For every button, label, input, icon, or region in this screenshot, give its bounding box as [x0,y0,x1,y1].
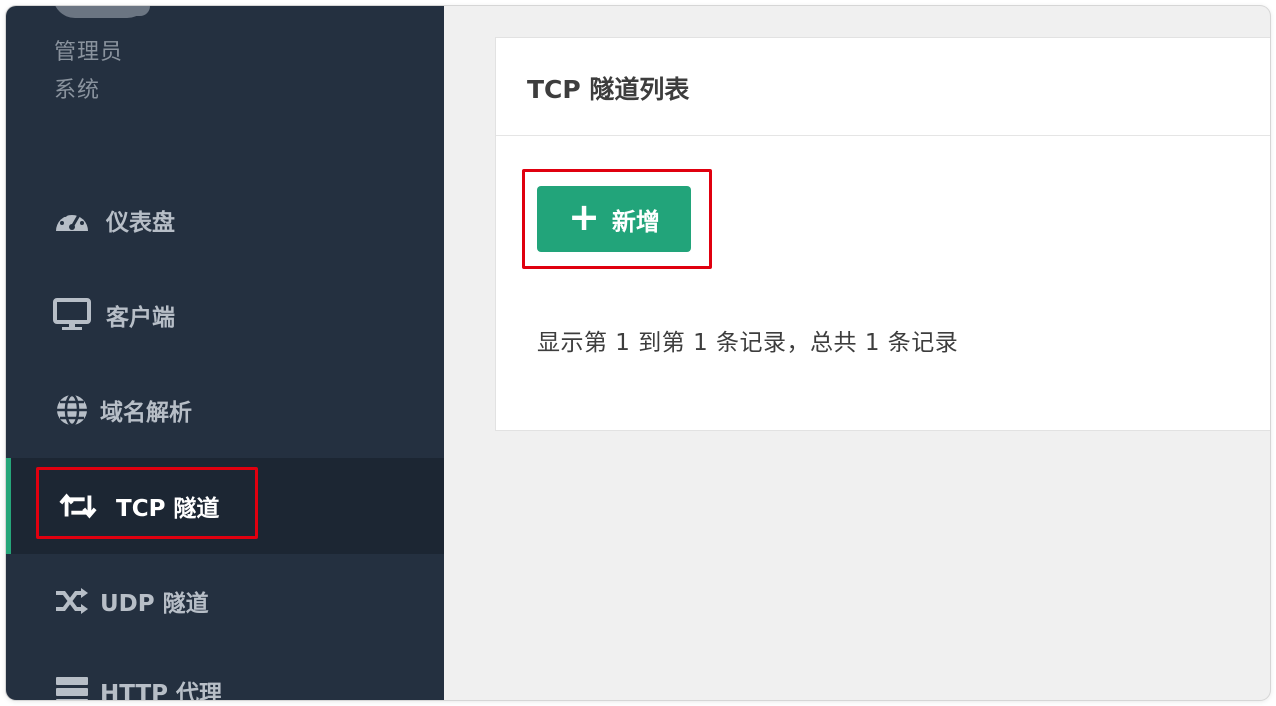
user-name: 管理员 [54,40,124,65]
sidebar-item-http-proxy[interactable]: HTTP 代理 [6,643,444,700]
sidebar-item-label: 仪表盘 [106,210,175,236]
plus-icon: + [568,195,600,239]
tcp-tunnel-panel: TCP 隧道列表 + 新增 显示第 1 到第 1 条记录，总共 1 条记录 [495,37,1270,431]
retweet-icon [58,486,98,526]
sidebar-item-label: 客户端 [106,305,175,331]
app-window: 管理员 系统 仪表盘 客户端 域名解析 TCP 隧道 UDP 隧道 HTTP 代… [6,6,1270,700]
sidebar-item-label: UDP 隧道 [100,591,209,617]
monitor-icon [52,295,92,335]
page-title: TCP 隧道列表 [527,75,690,104]
sidebar-item-label: 域名解析 [100,400,192,426]
sidebar-item-udp-tunnel[interactable]: UDP 隧道 [6,553,444,649]
panel-header: TCP 隧道列表 [496,38,1270,136]
sidebar-item-dns[interactable]: 域名解析 [6,362,444,458]
pagination-info: 显示第 1 到第 1 条记录，总共 1 条记录 [537,330,959,356]
add-button[interactable]: + 新增 [537,186,691,252]
sidebar-item-label: TCP 隧道 [116,496,220,522]
sidebar-item-tcp-tunnel[interactable]: TCP 隧道 [6,458,444,554]
globe-icon [52,390,92,430]
user-role: 系统 [54,78,101,103]
server-icon [52,671,92,700]
shuffle-icon [52,581,92,621]
avatar-decoration [124,6,150,16]
add-button-label: 新增 [611,207,660,236]
sidebar: 管理员 系统 仪表盘 客户端 域名解析 TCP 隧道 UDP 隧道 HTTP 代… [6,6,444,700]
sidebar-item-dashboard[interactable]: 仪表盘 [6,172,444,268]
dashboard-icon [52,200,92,240]
sidebar-item-clients[interactable]: 客户端 [6,267,444,363]
sidebar-item-label: HTTP 代理 [100,681,223,700]
